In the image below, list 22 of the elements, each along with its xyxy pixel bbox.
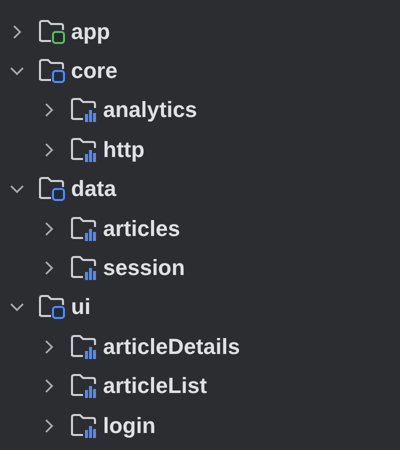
module-folder-icon [37, 58, 67, 84]
module-folder-icon [37, 176, 67, 202]
folder-name[interactable]: core [71, 58, 118, 84]
package-folder-icon [69, 216, 99, 242]
package-folder-icon [69, 136, 99, 163]
folder-name[interactable]: data [71, 176, 116, 202]
folder-name[interactable]: articles [103, 216, 180, 242]
folder-name[interactable]: analytics [103, 97, 198, 124]
package-folder-icon [69, 373, 99, 400]
module-folder-icon [37, 18, 67, 45]
folder-name[interactable]: app [71, 18, 110, 45]
folder-name[interactable]: articleList [103, 373, 207, 400]
package-folder-icon [69, 255, 99, 282]
package-folder-icon [69, 412, 99, 439]
package-folder-icon [69, 334, 99, 360]
folder-name[interactable]: ui [71, 294, 91, 320]
folder-name[interactable]: login [103, 412, 156, 439]
folder-name[interactable]: session [103, 255, 185, 282]
folder-name[interactable]: articleDetails [103, 334, 240, 360]
folder-name[interactable]: http [103, 136, 145, 163]
module-folder-icon [37, 294, 67, 320]
package-folder-icon [69, 97, 99, 124]
